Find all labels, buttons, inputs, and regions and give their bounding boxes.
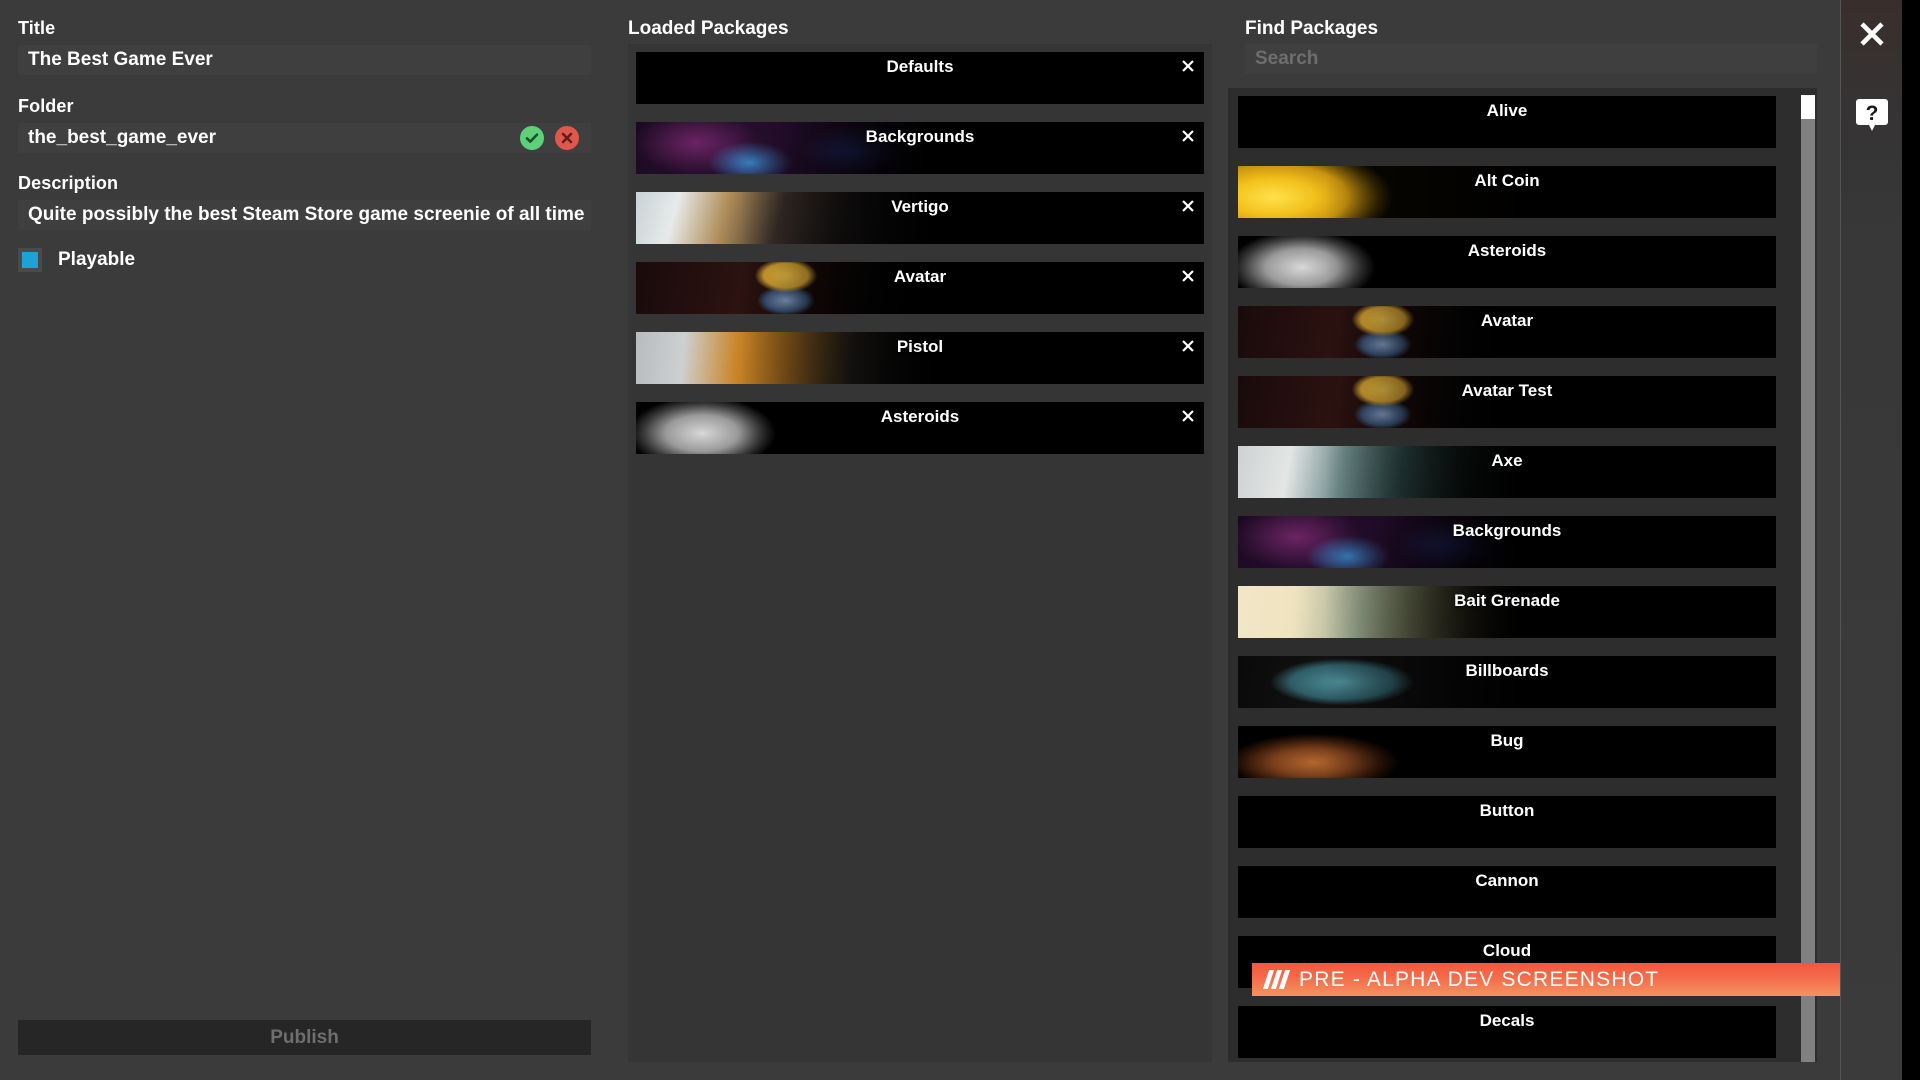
description-field-label: Description xyxy=(18,173,118,194)
playable-checkbox[interactable] xyxy=(18,248,42,272)
find-package-row[interactable]: Avatar xyxy=(1238,306,1776,358)
cancel-circle-icon[interactable] xyxy=(555,126,579,150)
package-thumbnail xyxy=(636,192,936,244)
find-packages-heading: Find Packages xyxy=(1245,18,1378,40)
svg-text:?: ? xyxy=(1865,102,1878,125)
find-package-row[interactable]: Cloud xyxy=(1238,936,1776,988)
game-details-form: Title The Best Game Ever Folder the_best… xyxy=(0,0,605,1080)
loaded-package-row[interactable]: Pistol xyxy=(636,332,1204,384)
package-name: Cloud xyxy=(1238,941,1776,961)
package-name: Alive xyxy=(1238,101,1776,121)
loaded-packages-panel: Defaults Backgrounds Vertigo Avatar Pistol As… xyxy=(628,44,1212,1062)
find-package-row[interactable]: Backgrounds xyxy=(1238,516,1776,568)
help-bubble-icon[interactable]: ? xyxy=(1855,98,1889,134)
title-input[interactable]: The Best Game Ever xyxy=(18,45,591,75)
remove-package-close-icon[interactable] xyxy=(1178,56,1198,76)
find-package-row[interactable]: Bug xyxy=(1238,726,1776,778)
search-input[interactable] xyxy=(1245,44,1817,74)
window-edge-strip xyxy=(1902,0,1920,1080)
remove-package-close-icon[interactable] xyxy=(1178,266,1198,286)
loaded-packages-heading: Loaded Packages xyxy=(628,18,789,40)
package-thumbnail xyxy=(1238,376,1528,428)
loaded-packages-list: Defaults Backgrounds Vertigo Avatar Pistol As… xyxy=(636,52,1204,454)
title-field-label: Title xyxy=(18,18,55,39)
package-thumbnail xyxy=(1238,726,1528,778)
package-thumbnail xyxy=(1238,166,1528,218)
package-name: Button xyxy=(1238,801,1776,821)
find-package-row[interactable]: Alt Coin xyxy=(1238,166,1776,218)
package-thumbnail xyxy=(636,402,936,454)
description-input-value: Quite possibly the best Steam Store game… xyxy=(18,204,584,226)
remove-package-close-icon[interactable] xyxy=(1178,196,1198,216)
remove-package-close-icon[interactable] xyxy=(1178,126,1198,146)
loaded-package-row[interactable]: Asteroids xyxy=(636,402,1204,454)
find-package-row[interactable]: Cannon xyxy=(1238,866,1776,918)
playable-label: Playable xyxy=(58,249,135,271)
find-packages-list: Alive Alt Coin Asteroids Avatar Avatar Test A… xyxy=(1238,96,1798,1058)
loaded-package-row[interactable]: Backgrounds xyxy=(636,122,1204,174)
find-packages-scrollbar[interactable] xyxy=(1801,95,1815,1062)
package-thumbnail xyxy=(636,122,936,174)
folder-input-value: the_best_game_ever xyxy=(18,127,216,149)
package-manager-window: Title The Best Game Ever Folder the_best… xyxy=(0,0,1920,1080)
find-package-row[interactable]: Billboards xyxy=(1238,656,1776,708)
package-thumbnail xyxy=(1238,306,1528,358)
find-package-row[interactable]: Decals xyxy=(1238,1006,1776,1058)
find-package-row[interactable]: Avatar Test xyxy=(1238,376,1776,428)
description-input[interactable]: Quite possibly the best Steam Store game… xyxy=(18,200,591,230)
find-package-row[interactable]: Axe xyxy=(1238,446,1776,498)
package-name: Cannon xyxy=(1238,871,1776,891)
loaded-package-row[interactable]: Defaults xyxy=(636,52,1204,104)
package-thumbnail xyxy=(1238,656,1528,708)
checkbox-fill xyxy=(22,252,38,268)
package-thumbnail xyxy=(1238,516,1528,568)
package-thumbnail xyxy=(636,262,936,314)
loaded-package-row[interactable]: Vertigo xyxy=(636,192,1204,244)
find-packages-panel: Alive Alt Coin Asteroids Avatar Avatar Test A… xyxy=(1228,88,1817,1062)
playable-toggle-row[interactable]: Playable xyxy=(18,248,135,272)
package-name: Defaults xyxy=(636,57,1204,77)
publish-button[interactable]: Publish xyxy=(18,1020,591,1055)
find-package-row[interactable]: Button xyxy=(1238,796,1776,848)
find-package-row[interactable]: Alive xyxy=(1238,96,1776,148)
scrollbar-thumb[interactable] xyxy=(1801,95,1815,119)
remove-package-close-icon[interactable] xyxy=(1178,406,1198,426)
close-icon[interactable] xyxy=(1854,16,1890,52)
package-name: Decals xyxy=(1238,1011,1776,1031)
loaded-package-row[interactable]: Avatar xyxy=(636,262,1204,314)
package-thumbnail xyxy=(1238,446,1528,498)
check-circle-icon[interactable] xyxy=(520,126,544,150)
find-package-row[interactable]: Bait Grenade xyxy=(1238,586,1776,638)
window-button-rail: ? xyxy=(1840,0,1902,1080)
title-input-value: The Best Game Ever xyxy=(18,49,213,71)
folder-input[interactable]: the_best_game_ever xyxy=(18,123,591,153)
package-thumbnail xyxy=(1238,586,1528,638)
remove-package-close-icon[interactable] xyxy=(1178,336,1198,356)
package-thumbnail xyxy=(1238,236,1528,288)
folder-field-label: Folder xyxy=(18,96,74,117)
find-package-row[interactable]: Asteroids xyxy=(1238,236,1776,288)
package-thumbnail xyxy=(636,332,936,384)
